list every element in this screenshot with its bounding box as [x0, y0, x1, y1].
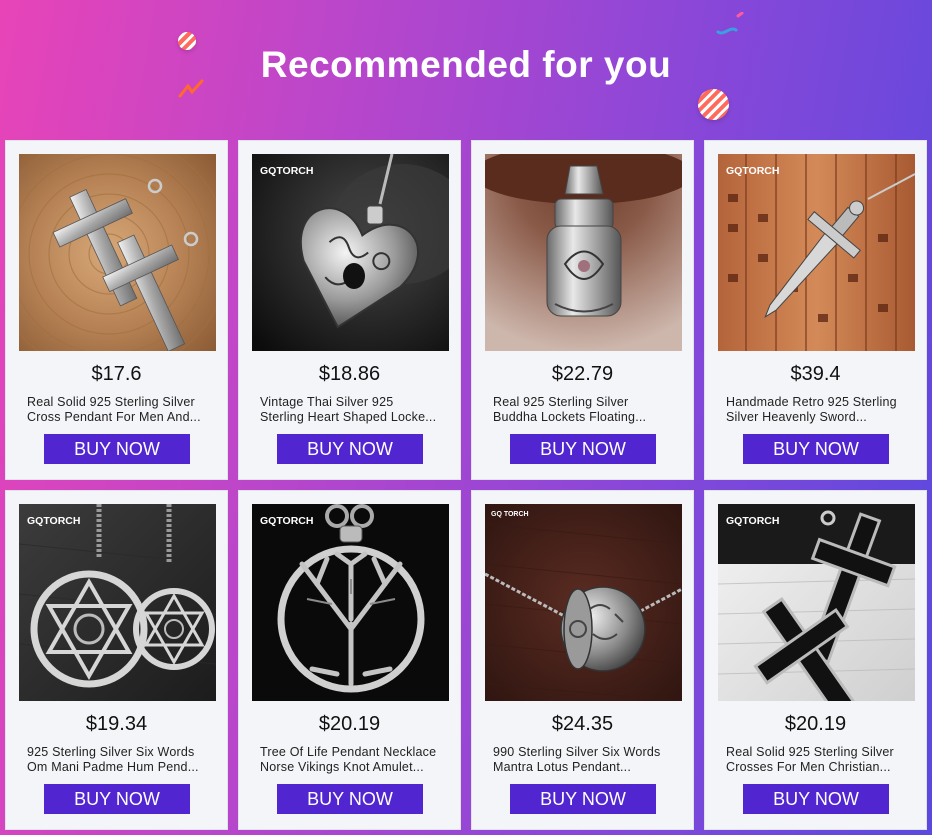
- product-price: $18.86: [318, 363, 381, 385]
- product-name-line: Silver Heavenly Sword...: [726, 410, 867, 424]
- product-name[interactable]: Tree Of Life Pendant Necklace Norse Viki…: [260, 745, 442, 775]
- product-card[interactable]: GQTORCH $19.34 925 Sterling Silver Six W…: [5, 490, 228, 830]
- product-card[interactable]: GQTORCH $20.19 Real Solid 925 Sterling S…: [704, 490, 927, 830]
- tree-of-life-image: GQTORCH: [252, 504, 449, 701]
- product-name-line: Tree Of Life Pendant Necklace: [260, 745, 437, 759]
- product-name-line: Real 925 Sterling Silver: [493, 395, 629, 409]
- product-price: $22.79: [551, 363, 614, 385]
- product-card[interactable]: $22.79 Real 925 Sterling Silver Buddha L…: [471, 140, 694, 480]
- product-image-buddha-locket[interactable]: [485, 154, 682, 351]
- product-name[interactable]: Real Solid 925 Sterling Silver Cross Pen…: [27, 395, 209, 425]
- brand-watermark: GQTORCH: [260, 165, 313, 177]
- mantra-ball-image: GQ TORCH: [485, 504, 682, 701]
- product-image-heart-locket[interactable]: GQTORCH: [252, 154, 449, 351]
- product-name[interactable]: Handmade Retro 925 Sterling Silver Heave…: [726, 395, 908, 425]
- product-name-line: Crosses For Men Christian...: [726, 760, 891, 774]
- header-banner: Recommended for you: [0, 0, 932, 140]
- heart-locket-image: GQTORCH: [252, 154, 449, 351]
- product-image-tree-of-life[interactable]: GQTORCH: [252, 504, 449, 701]
- product-grid: $17.6 Real Solid 925 Sterling Silver Cro…: [5, 140, 928, 830]
- buy-now-button[interactable]: BUY NOW: [510, 434, 656, 464]
- product-name[interactable]: 990 Sterling Silver Six Words Mantra Lot…: [493, 745, 675, 775]
- striped-ball-decoration: [698, 89, 729, 120]
- buy-now-button[interactable]: BUY NOW: [44, 784, 190, 814]
- buy-now-button[interactable]: BUY NOW: [510, 784, 656, 814]
- brand-watermark: GQTORCH: [260, 515, 313, 527]
- black-crosses-image: GQTORCH: [718, 504, 915, 701]
- product-name-line: Norse Vikings Knot Amulet...: [260, 760, 424, 774]
- brand-watermark: GQTORCH: [726, 515, 779, 527]
- product-image-hexagram-pendant[interactable]: GQTORCH: [19, 504, 216, 701]
- product-name-line: Real Solid 925 Sterling Silver: [726, 745, 894, 759]
- buddha-locket-image: [485, 154, 682, 351]
- product-image-sword-pendant[interactable]: GQTORCH: [718, 154, 915, 351]
- page-title: Recommended for you: [260, 44, 672, 85]
- product-name-line: Real Solid 925 Sterling Silver: [27, 395, 195, 409]
- product-name-line: Sterling Heart Shaped Locke...: [260, 410, 437, 424]
- product-name[interactable]: Real Solid 925 Sterling Silver Crosses F…: [726, 745, 908, 775]
- brand-watermark: GQTORCH: [726, 165, 779, 177]
- brand-watermark: GQTORCH: [27, 515, 80, 527]
- buy-now-button[interactable]: BUY NOW: [44, 434, 190, 464]
- product-price: $17.6: [91, 363, 142, 385]
- product-image-silver-cross[interactable]: [19, 154, 216, 351]
- product-price: $19.34: [85, 713, 148, 735]
- product-image-mantra-ball[interactable]: GQ TORCH: [485, 504, 682, 701]
- buy-now-button[interactable]: BUY NOW: [277, 434, 423, 464]
- product-name-line: Cross Pendant For Men And...: [27, 410, 201, 424]
- product-name[interactable]: Real 925 Sterling Silver Buddha Lockets …: [493, 395, 675, 425]
- buy-now-button[interactable]: BUY NOW: [277, 784, 423, 814]
- buy-now-button[interactable]: BUY NOW: [743, 784, 889, 814]
- buy-now-button[interactable]: BUY NOW: [743, 434, 889, 464]
- product-name-line: Handmade Retro 925 Sterling: [726, 395, 897, 409]
- product-card[interactable]: GQTORCH $39.4 Handmade Retro 925 Sterlin…: [704, 140, 927, 480]
- brand-watermark: GQ TORCH: [491, 511, 529, 518]
- product-price: $24.35: [551, 713, 614, 735]
- product-card[interactable]: $17.6 Real Solid 925 Sterling Silver Cro…: [5, 140, 228, 480]
- product-price: $20.19: [318, 713, 381, 735]
- streamer-decoration: [716, 12, 744, 35]
- cross-pendants-image: [19, 154, 216, 351]
- product-card[interactable]: GQTORCH $18.86 Vintage Thai Silver 925 S…: [238, 140, 461, 480]
- product-image-black-crosses[interactable]: GQTORCH: [718, 504, 915, 701]
- product-card[interactable]: GQ TORCH $24.35 990 Sterling Silver Six …: [471, 490, 694, 830]
- sword-pendant-image: GQTORCH: [718, 154, 915, 351]
- product-name-line: 990 Sterling Silver Six Words: [493, 745, 661, 759]
- product-name-line: 925 Sterling Silver Six Words: [27, 745, 195, 759]
- product-name-line: Mantra Lotus Pendant...: [493, 760, 632, 774]
- product-name[interactable]: Vintage Thai Silver 925 Sterling Heart S…: [260, 395, 442, 425]
- product-card[interactable]: GQTORCH $20.19 Tree Of Life Pendant Neck…: [238, 490, 461, 830]
- product-name[interactable]: 925 Sterling Silver Six Words Om Mani Pa…: [27, 745, 209, 775]
- hexagram-pendants-image: GQTORCH: [19, 504, 216, 701]
- product-price: $39.4: [790, 363, 841, 385]
- product-name-line: Om Mani Padme Hum Pend...: [27, 760, 199, 774]
- product-name-line: Vintage Thai Silver 925: [260, 395, 394, 409]
- product-price: $20.19: [784, 713, 847, 735]
- product-name-line: Buddha Lockets Floating...: [493, 410, 647, 424]
